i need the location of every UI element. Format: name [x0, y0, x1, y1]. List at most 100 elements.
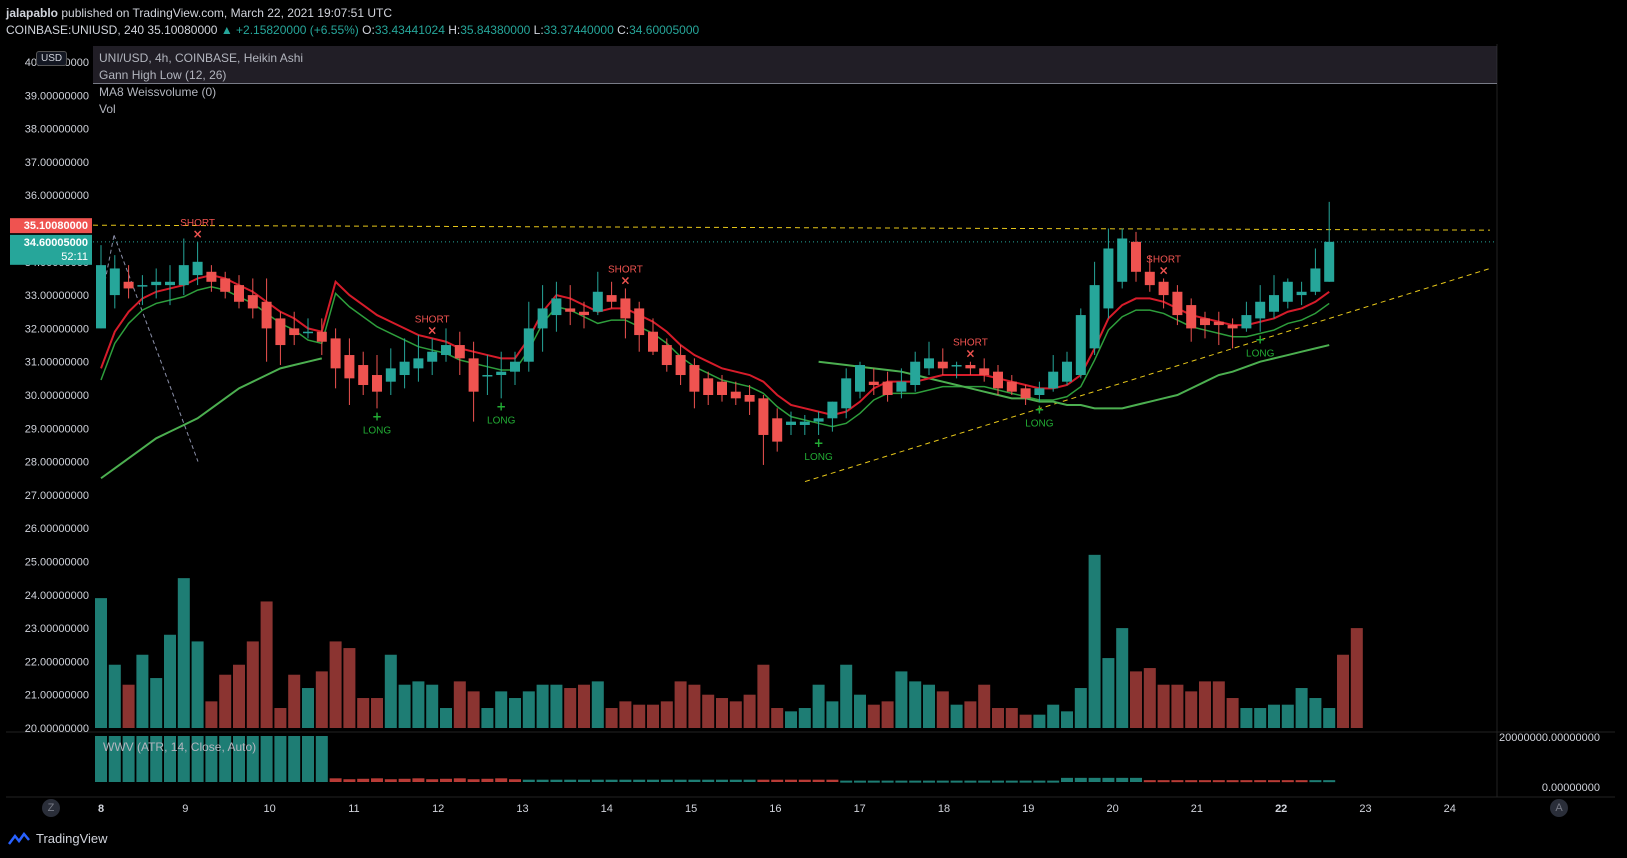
candle-body	[468, 358, 479, 392]
wwv-bar	[1157, 780, 1170, 783]
wwv-bar	[1074, 777, 1087, 782]
volume-bar	[688, 684, 701, 728]
volume-bar	[964, 701, 977, 728]
z-button[interactable]: Z	[42, 799, 60, 817]
volume-bar	[1005, 708, 1018, 728]
tradingview-logo[interactable]: TradingView	[8, 831, 108, 846]
wwv-bar	[909, 780, 922, 783]
candle-body	[510, 361, 520, 372]
candle-body	[689, 365, 700, 392]
candle-body	[123, 281, 134, 289]
wwv-bar	[1116, 777, 1129, 782]
candle-body	[234, 285, 244, 302]
y-tick-label: 27.00000000	[25, 490, 89, 502]
candle-body	[661, 345, 672, 366]
candle-body	[827, 401, 838, 419]
legend-vol[interactable]: Vol	[99, 101, 303, 118]
candle-body	[1227, 325, 1238, 329]
candle-body	[523, 328, 534, 362]
candle-body	[744, 395, 755, 402]
candle-body	[1158, 281, 1169, 296]
candle-body	[178, 265, 189, 286]
candle-body	[496, 371, 507, 376]
candle-body	[813, 418, 824, 422]
candle-body	[979, 368, 990, 376]
volume-bar	[1226, 698, 1239, 728]
volume-bar	[1212, 681, 1225, 728]
price-chart[interactable]: 40.0000000039.0000000038.0000000037.0000…	[0, 0, 1627, 824]
wwv-bar	[757, 779, 770, 782]
wwv-axis-zero-label: 0.00000000	[1542, 782, 1600, 794]
volume-bar	[453, 681, 466, 728]
wwv-bar	[453, 778, 466, 782]
legend-gann[interactable]: Gann High Low (12, 26)	[99, 67, 303, 84]
volume-bar	[743, 694, 756, 728]
volume-bar	[398, 684, 411, 728]
volume-bar	[177, 578, 190, 728]
candle-body	[1131, 241, 1141, 272]
wwv-bar	[923, 780, 935, 783]
candle-body	[703, 378, 714, 395]
candle-body	[1034, 388, 1045, 395]
currency-badge[interactable]: USD	[36, 51, 68, 66]
long-signal-label: LONG	[363, 425, 392, 436]
volume-bar	[412, 681, 425, 728]
legend-symbol[interactable]: UNI/USD, 4h, COINBASE, Heikin Ashi	[99, 50, 303, 67]
x-tick-label: 20	[1106, 803, 1118, 815]
volume-bar	[1157, 684, 1170, 728]
y-tick-label: 29.00000000	[25, 423, 89, 435]
x-tick-label: 15	[685, 803, 697, 815]
auto-scale-button[interactable]: A	[1550, 799, 1568, 817]
wwv-bar	[605, 779, 618, 782]
x-tick-label: 16	[769, 803, 781, 815]
wwv-bar	[1143, 780, 1156, 783]
last-price-tag: 35.10080000	[24, 220, 88, 232]
wwv-bar	[509, 779, 521, 782]
candle-body	[606, 295, 617, 302]
candle-body	[841, 378, 852, 409]
volume-bar	[647, 704, 659, 728]
volume-bar	[992, 708, 1004, 728]
volume-bar	[1047, 704, 1060, 728]
volume-bar	[1019, 714, 1032, 728]
candle-body	[965, 365, 976, 369]
volume-bar	[1281, 704, 1294, 728]
volume-bar	[122, 684, 135, 728]
short-signal-marker: ×	[427, 323, 437, 337]
volume-bar	[605, 708, 618, 728]
wwv-bar	[633, 779, 646, 782]
candle-body	[1144, 271, 1155, 286]
volume-bar	[798, 708, 811, 728]
wwv-bar	[426, 779, 439, 782]
volume-bar	[288, 674, 301, 728]
candle-body	[454, 345, 465, 359]
candle-body	[993, 371, 1003, 389]
wwv-bar	[1295, 780, 1308, 783]
x-tick-label: 21	[1191, 803, 1203, 815]
wwv-bar	[771, 779, 784, 782]
wwv-legend[interactable]: WWV (ATR, 14, Close, Auto)	[103, 740, 256, 754]
volume-bar	[1350, 628, 1363, 728]
candle-body	[96, 265, 106, 329]
long-signal-label: LONG	[1246, 349, 1275, 360]
short-signal-marker: ×	[965, 347, 975, 361]
long-signal-marker: +	[814, 436, 824, 450]
candle-body	[675, 355, 686, 376]
candle-body	[1324, 241, 1335, 282]
candle-body	[482, 375, 493, 377]
wwv-bar	[412, 778, 425, 782]
wwv-bar	[1171, 780, 1184, 783]
candle-body	[1062, 361, 1072, 382]
volume-bar	[1088, 554, 1101, 728]
volume-bar	[633, 704, 646, 728]
volume-bar	[1295, 688, 1308, 728]
y-tick-label: 33.00000000	[25, 290, 89, 302]
legend-ma8[interactable]: MA8 Weissvolume (0)	[99, 84, 303, 101]
volume-bar	[1116, 628, 1129, 728]
wwv-bar	[1130, 777, 1142, 782]
wwv-bar	[1212, 780, 1225, 783]
y-tick-label: 30.00000000	[25, 390, 89, 402]
wwv-bar	[274, 736, 287, 782]
candle-body	[717, 381, 727, 395]
volume-bar	[1337, 654, 1349, 728]
